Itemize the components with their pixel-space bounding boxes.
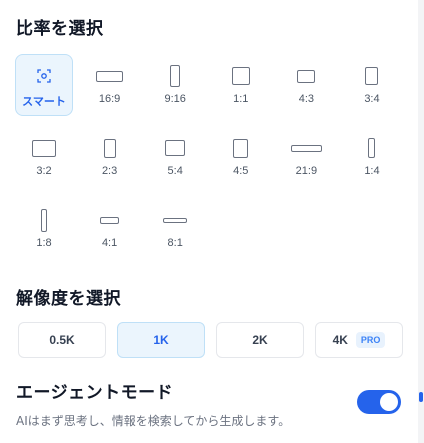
- ratio-shape: [103, 138, 116, 158]
- edge-indicator: [419, 392, 423, 402]
- ratio-label: 4:1: [101, 237, 118, 249]
- ratio-option-3x4[interactable]: 3:4: [343, 54, 401, 116]
- ratio-option-4x5[interactable]: 4:5: [212, 126, 270, 188]
- ratio-option-8x1[interactable]: 8:1: [146, 198, 204, 260]
- resolution-options: 0.5K 1K 2K 4K PRO: [18, 322, 403, 358]
- ratio-shape-icon: [93, 136, 127, 160]
- pro-badge: PRO: [355, 332, 386, 348]
- ratio-option-1x8[interactable]: 1:8: [15, 198, 73, 260]
- ratio-shape-icon: [158, 136, 192, 160]
- ratio-shape: [170, 65, 181, 87]
- resolution-label: 0.5K: [49, 333, 75, 347]
- ratio-label: 21:9: [295, 165, 318, 177]
- ratio-shape: [96, 70, 124, 82]
- ratio-option-21x9[interactable]: 21:9: [277, 126, 335, 188]
- ratio-shape-icon: [355, 136, 389, 160]
- agent-mode-toggle[interactable]: [357, 390, 401, 414]
- ratio-label: 5:4: [167, 165, 183, 177]
- ratio-option-3x2[interactable]: 3:2: [15, 126, 73, 188]
- ratio-shape-icon: [289, 64, 323, 88]
- ratio-shape: [32, 139, 56, 157]
- ratio-shape-icon: [158, 64, 192, 88]
- ratio-option-5x4[interactable]: 5:4: [146, 126, 204, 188]
- ratio-shape: [231, 67, 250, 85]
- toggle-knob: [380, 393, 398, 411]
- ratio-label: 8:1: [167, 237, 183, 249]
- ratio-label: スマート: [22, 96, 66, 108]
- ratio-option-16x9[interactable]: 16:9: [81, 54, 139, 116]
- agent-mode-title: エージェントモード: [16, 383, 174, 403]
- ratio-label: 1:4: [364, 165, 380, 177]
- ratio-label: 9:16: [164, 93, 186, 105]
- ratio-option-1x1[interactable]: 1:1: [212, 54, 270, 116]
- resolution-option-1k[interactable]: 1K: [117, 322, 205, 358]
- ratio-shape-icon: [93, 64, 127, 88]
- ratio-label: 3:2: [36, 165, 52, 177]
- settings-panel: 比率を選択 スマート 16:9 9:16 1:1 4:3 3:4 3:2 2:3 5:4 4:5 2…: [0, 0, 418, 443]
- ratio-option-4x1[interactable]: 4:1: [81, 198, 139, 260]
- resolution-option-4k[interactable]: 4K PRO: [315, 322, 403, 358]
- resolution-option-0-5k[interactable]: 0.5K: [18, 322, 106, 358]
- ratio-label: 1:1: [233, 93, 249, 105]
- ratio-shape-icon: [289, 136, 323, 160]
- ratio-shape: [100, 216, 120, 224]
- ratio-shape-icon: [224, 64, 258, 88]
- ratio-shape-icon: [27, 208, 61, 232]
- scroll-edge: [418, 0, 424, 443]
- resolution-option-2k[interactable]: 2K: [216, 322, 304, 358]
- ratio-shape: [233, 138, 249, 158]
- ratio-shape-icon: [158, 208, 192, 232]
- agent-mode-description: AIはまず思考し、情報を検索してから生成します。: [16, 414, 291, 428]
- resolution-title: 解像度を選択: [16, 289, 121, 309]
- ratio-option-1x4[interactable]: 1:4: [343, 126, 401, 188]
- ratio-option-9x16[interactable]: 9:16: [146, 54, 204, 116]
- aspect-ratio-grid: スマート 16:9 9:16 1:1 4:3 3:4 3:2 2:3 5:4 4:5 21:9 1:4…: [15, 54, 411, 260]
- ratio-option-smart[interactable]: スマート: [15, 54, 73, 116]
- ratio-shape: [297, 69, 316, 83]
- ratio-label: 4:5: [233, 165, 249, 177]
- smart-focus-icon: [27, 64, 61, 88]
- ratio-shape: [163, 217, 188, 223]
- ratio-option-4x3[interactable]: 4:3: [277, 54, 335, 116]
- ratio-shape-icon: [93, 208, 127, 232]
- ratio-label: 16:9: [98, 93, 121, 105]
- aspect-ratio-title: 比率を選択: [16, 19, 104, 39]
- resolution-label: 2K: [252, 333, 268, 347]
- ratio-shape: [41, 208, 47, 232]
- ratio-shape: [290, 144, 322, 152]
- ratio-shape-icon: [27, 136, 61, 160]
- ratio-shape-icon: [224, 136, 258, 160]
- ratio-label: 3:4: [364, 93, 380, 105]
- ratio-shape: [368, 138, 376, 158]
- ratio-label: 4:3: [298, 93, 315, 105]
- ratio-shape-icon: [355, 64, 389, 88]
- ratio-option-2x3[interactable]: 2:3: [81, 126, 139, 188]
- ratio-shape: [165, 140, 186, 156]
- ratio-label: 1:8: [36, 237, 52, 249]
- resolution-label: 1K: [153, 333, 169, 347]
- resolution-label: 4K: [332, 333, 348, 347]
- ratio-label: 2:3: [101, 165, 118, 177]
- ratio-shape: [365, 67, 379, 85]
